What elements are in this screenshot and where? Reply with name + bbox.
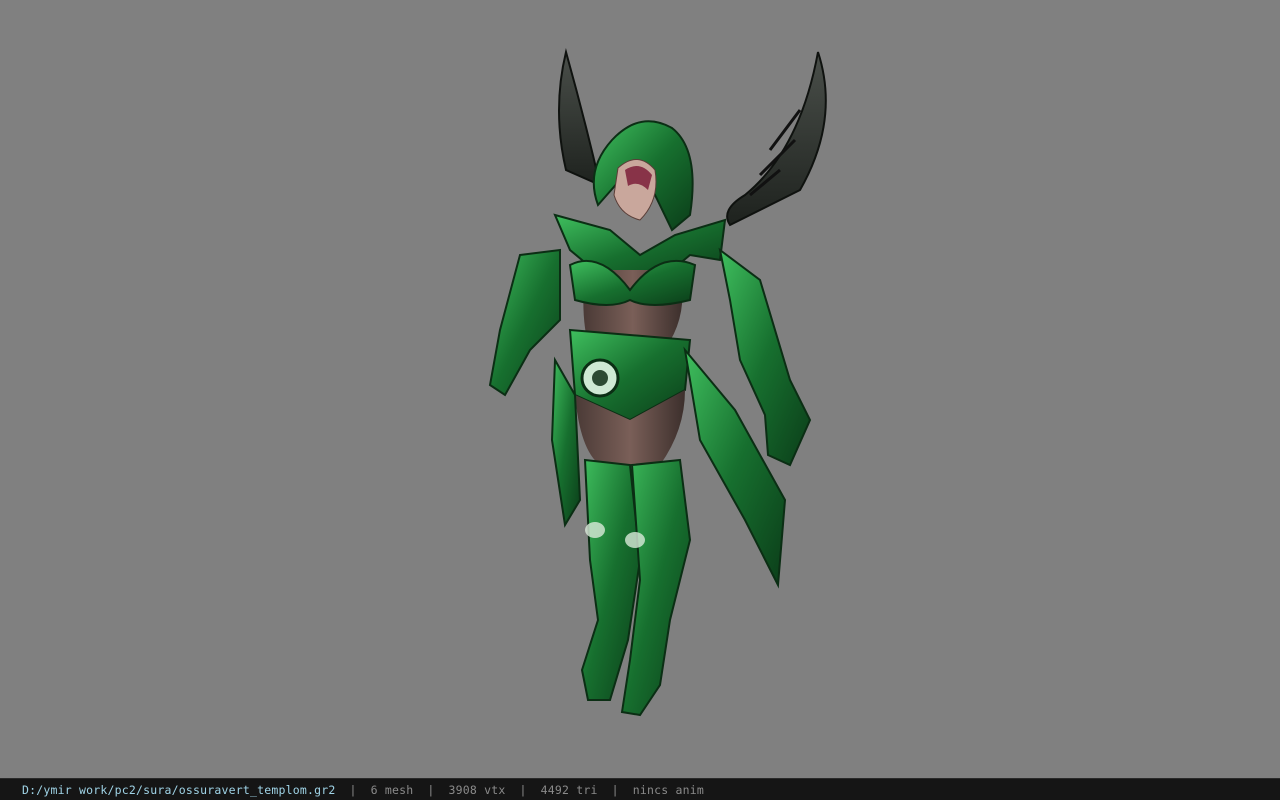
- mesh-count: 6 mesh: [370, 782, 414, 797]
- file-path: D:/ymir work/pc2/sura/ossuravert_templom…: [22, 782, 336, 797]
- character-model: [488, 48, 827, 717]
- triangle-count: 4492 tri: [540, 782, 598, 797]
- 3d-viewport[interactable]: [0, 0, 1280, 778]
- separator: |: [611, 782, 619, 797]
- right-wing: [726, 51, 827, 227]
- separator: |: [349, 782, 357, 797]
- vertex-count: 3908 vtx: [448, 782, 506, 797]
- left-arm: [488, 248, 561, 397]
- separator: |: [427, 782, 435, 797]
- animation-status: nincs anim: [632, 782, 704, 797]
- status-bar: D:/ymir work/pc2/sura/ossuravert_templom…: [0, 778, 1280, 800]
- left-wing: [558, 48, 602, 187]
- separator: |: [519, 782, 527, 797]
